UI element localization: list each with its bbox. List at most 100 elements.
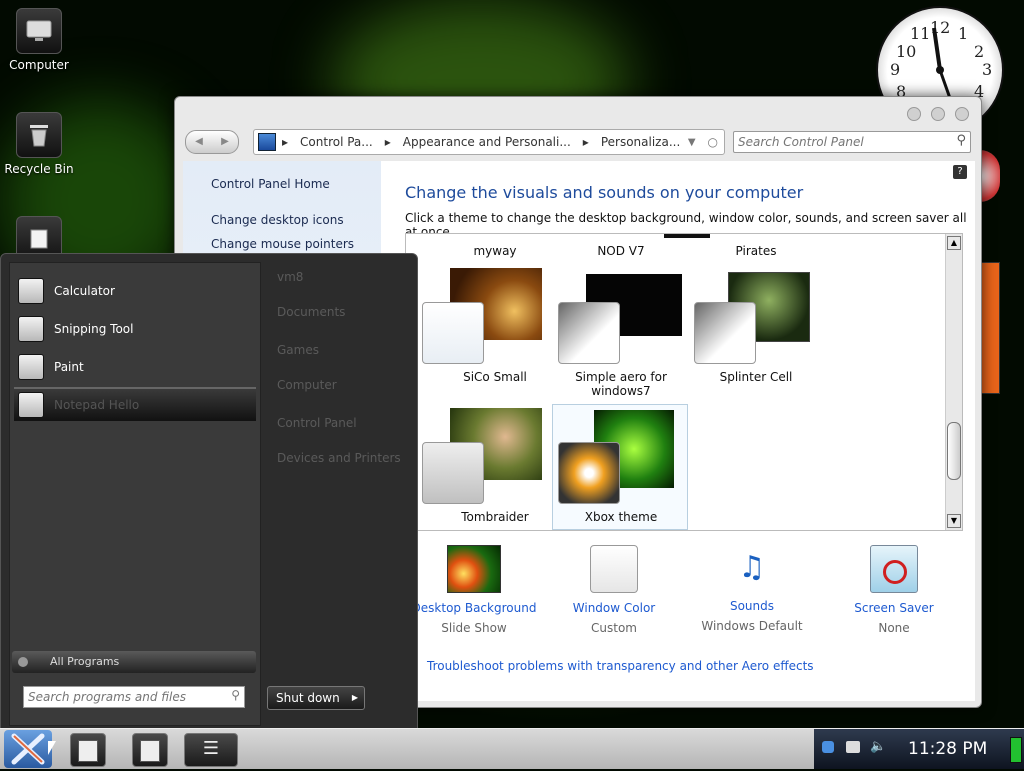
program-label: Notepad Hello bbox=[54, 398, 140, 412]
mouse-cursor-icon bbox=[48, 741, 56, 755]
taskbar-app-control-panel[interactable]: ☰ bbox=[184, 733, 238, 767]
theme-color-swatch bbox=[422, 302, 484, 364]
theme-color-swatch bbox=[558, 442, 620, 504]
show-desktop-icon[interactable] bbox=[1010, 737, 1022, 763]
computer-icon bbox=[16, 8, 62, 54]
start-orb-icon bbox=[11, 733, 45, 765]
taskbar-app-notepad[interactable] bbox=[70, 733, 106, 767]
start-search-box[interactable]: ⚲ bbox=[23, 686, 245, 708]
theme-item[interactable]: Xbox theme bbox=[554, 510, 688, 524]
shutdown-arrow-icon[interactable]: ▶ bbox=[352, 687, 358, 709]
theme-item[interactable]: Tombraider bbox=[428, 510, 562, 524]
program-item[interactable]: Paint bbox=[14, 351, 256, 383]
theme-item[interactable]: NOD V7 bbox=[554, 244, 688, 258]
theme-name: Pirates bbox=[735, 244, 777, 258]
refresh-icon[interactable]: ○ bbox=[708, 135, 718, 149]
theme-item[interactable]: Splinter Cell bbox=[689, 370, 823, 384]
screen-saver-button[interactable]: Screen Saver None bbox=[829, 545, 959, 635]
desktop-icon-computer[interactable]: Computer bbox=[0, 8, 79, 72]
start-menu[interactable]: Calculator Snipping Tool Paint Notepad H… bbox=[0, 253, 418, 729]
back-arrow-icon[interactable]: ◀ bbox=[186, 131, 212, 153]
forward-arrow-icon[interactable]: ▶ bbox=[212, 131, 238, 153]
program-item-selected[interactable]: Notepad Hello bbox=[14, 387, 256, 421]
theme-thumb-partial bbox=[664, 234, 710, 238]
theme-item[interactable]: myway bbox=[428, 244, 562, 258]
chevron-down-icon[interactable]: ▼ bbox=[688, 137, 696, 148]
sidebar-link-home[interactable]: Control Panel Home bbox=[211, 177, 381, 191]
setting-label: Window Color bbox=[572, 601, 656, 615]
setting-label: Desktop Background bbox=[411, 601, 537, 615]
all-programs-button[interactable]: All Programs bbox=[12, 651, 256, 673]
volume-muted-icon[interactable]: 🔈 bbox=[870, 739, 886, 754]
window-color-button[interactable]: Window Color Custom bbox=[549, 545, 679, 635]
arrow-icon bbox=[18, 657, 28, 667]
search-icon: ⚲ bbox=[231, 688, 240, 702]
notepad-icon bbox=[18, 392, 44, 418]
paint-icon bbox=[18, 354, 44, 380]
start-button[interactable] bbox=[4, 730, 52, 768]
right-pane-link[interactable]: Devices and Printers bbox=[277, 451, 401, 465]
sidebar-link[interactable]: Change mouse pointers bbox=[211, 237, 381, 251]
right-pane-link[interactable]: Games bbox=[277, 343, 319, 357]
start-menu-programs: Calculator Snipping Tool Paint Notepad H… bbox=[9, 262, 261, 726]
setting-value: None bbox=[878, 621, 910, 635]
scroll-up-icon[interactable]: ▲ bbox=[947, 236, 961, 250]
sliders-icon: ☰ bbox=[202, 738, 220, 759]
gallery-scrollbar[interactable]: ▲ ▼ bbox=[945, 234, 962, 530]
breadcrumb-item[interactable]: Appearance and Personali... bbox=[403, 135, 571, 149]
search-input[interactable] bbox=[734, 132, 945, 152]
breadcrumb-item[interactable]: Personaliza... bbox=[601, 135, 680, 149]
theme-name: myway bbox=[473, 244, 517, 258]
calculator-icon bbox=[18, 278, 44, 304]
notepad-icon bbox=[140, 740, 160, 762]
search-icon[interactable]: ⚲ bbox=[956, 133, 966, 148]
sounds-button[interactable]: ♫ Sounds Windows Default bbox=[687, 545, 817, 633]
gadget-partial bbox=[980, 262, 1000, 394]
desktop-background-button[interactable]: Desktop Background Slide Show bbox=[409, 545, 539, 635]
theme-item[interactable]: Simple aero for windows7 bbox=[554, 370, 688, 398]
recycle-bin-icon bbox=[16, 112, 62, 158]
maximize-button[interactable] bbox=[931, 107, 945, 121]
system-tray: 🔈 11:28 PM bbox=[814, 729, 1024, 769]
troubleshoot-link[interactable]: Troubleshoot problems with transparency … bbox=[427, 659, 814, 673]
screen-saver-icon bbox=[870, 545, 918, 593]
theme-color-swatch bbox=[558, 302, 620, 364]
right-pane-link[interactable]: vm8 bbox=[277, 270, 303, 284]
program-item[interactable]: Calculator bbox=[14, 275, 256, 307]
address-bar[interactable]: ▸ Control Pa... ▸ Appearance and Persona… bbox=[253, 129, 725, 155]
notepad-icon bbox=[78, 740, 98, 762]
desktop-icon-recycle-bin[interactable]: Recycle Bin bbox=[0, 112, 79, 176]
program-item[interactable]: Snipping Tool bbox=[14, 313, 256, 345]
control-panel-icon bbox=[258, 133, 276, 151]
taskbar-clock[interactable]: 11:28 PM bbox=[908, 739, 987, 759]
no-entry-icon bbox=[883, 560, 907, 584]
scroll-down-icon[interactable]: ▼ bbox=[947, 514, 961, 528]
right-pane-link[interactable]: Control Panel bbox=[277, 416, 357, 430]
search-control-panel[interactable]: ⚲ bbox=[733, 131, 971, 153]
help-icon[interactable]: ? bbox=[953, 165, 967, 179]
sidebar-link[interactable]: Change desktop icons bbox=[211, 213, 381, 227]
right-pane-link[interactable]: Documents bbox=[277, 305, 345, 319]
desktop-background-icon bbox=[447, 545, 501, 593]
shutdown-button[interactable]: Shut down ▶ bbox=[267, 686, 365, 710]
breadcrumb-item[interactable]: Control Pa... bbox=[300, 135, 373, 149]
close-button[interactable] bbox=[955, 107, 969, 121]
theme-name: NOD V7 bbox=[597, 244, 645, 258]
program-label: Paint bbox=[54, 360, 84, 374]
right-pane-link[interactable]: Computer bbox=[277, 378, 337, 392]
desktop-icon-label: Computer bbox=[9, 58, 69, 72]
start-search-input[interactable] bbox=[24, 687, 220, 707]
setting-label: Sounds bbox=[729, 599, 775, 613]
nav-buttons: ◀ ▶ bbox=[185, 130, 239, 154]
scroll-thumb[interactable] bbox=[947, 422, 961, 480]
theme-gallery[interactable]: myway NOD V7 Pirates SiCo Small Simple a… bbox=[405, 233, 963, 531]
action-center-icon[interactable] bbox=[846, 741, 860, 753]
all-programs-label: All Programs bbox=[50, 655, 120, 668]
network-icon[interactable] bbox=[822, 741, 834, 753]
theme-item[interactable]: Pirates bbox=[689, 244, 823, 258]
taskbar-app-notepad[interactable] bbox=[132, 733, 168, 767]
theme-name: Simple aero for windows7 bbox=[575, 370, 667, 398]
minimize-button[interactable] bbox=[907, 107, 921, 121]
theme-item[interactable]: SiCo Small bbox=[428, 370, 562, 384]
page-title: Change the visuals and sounds on your co… bbox=[405, 183, 804, 202]
